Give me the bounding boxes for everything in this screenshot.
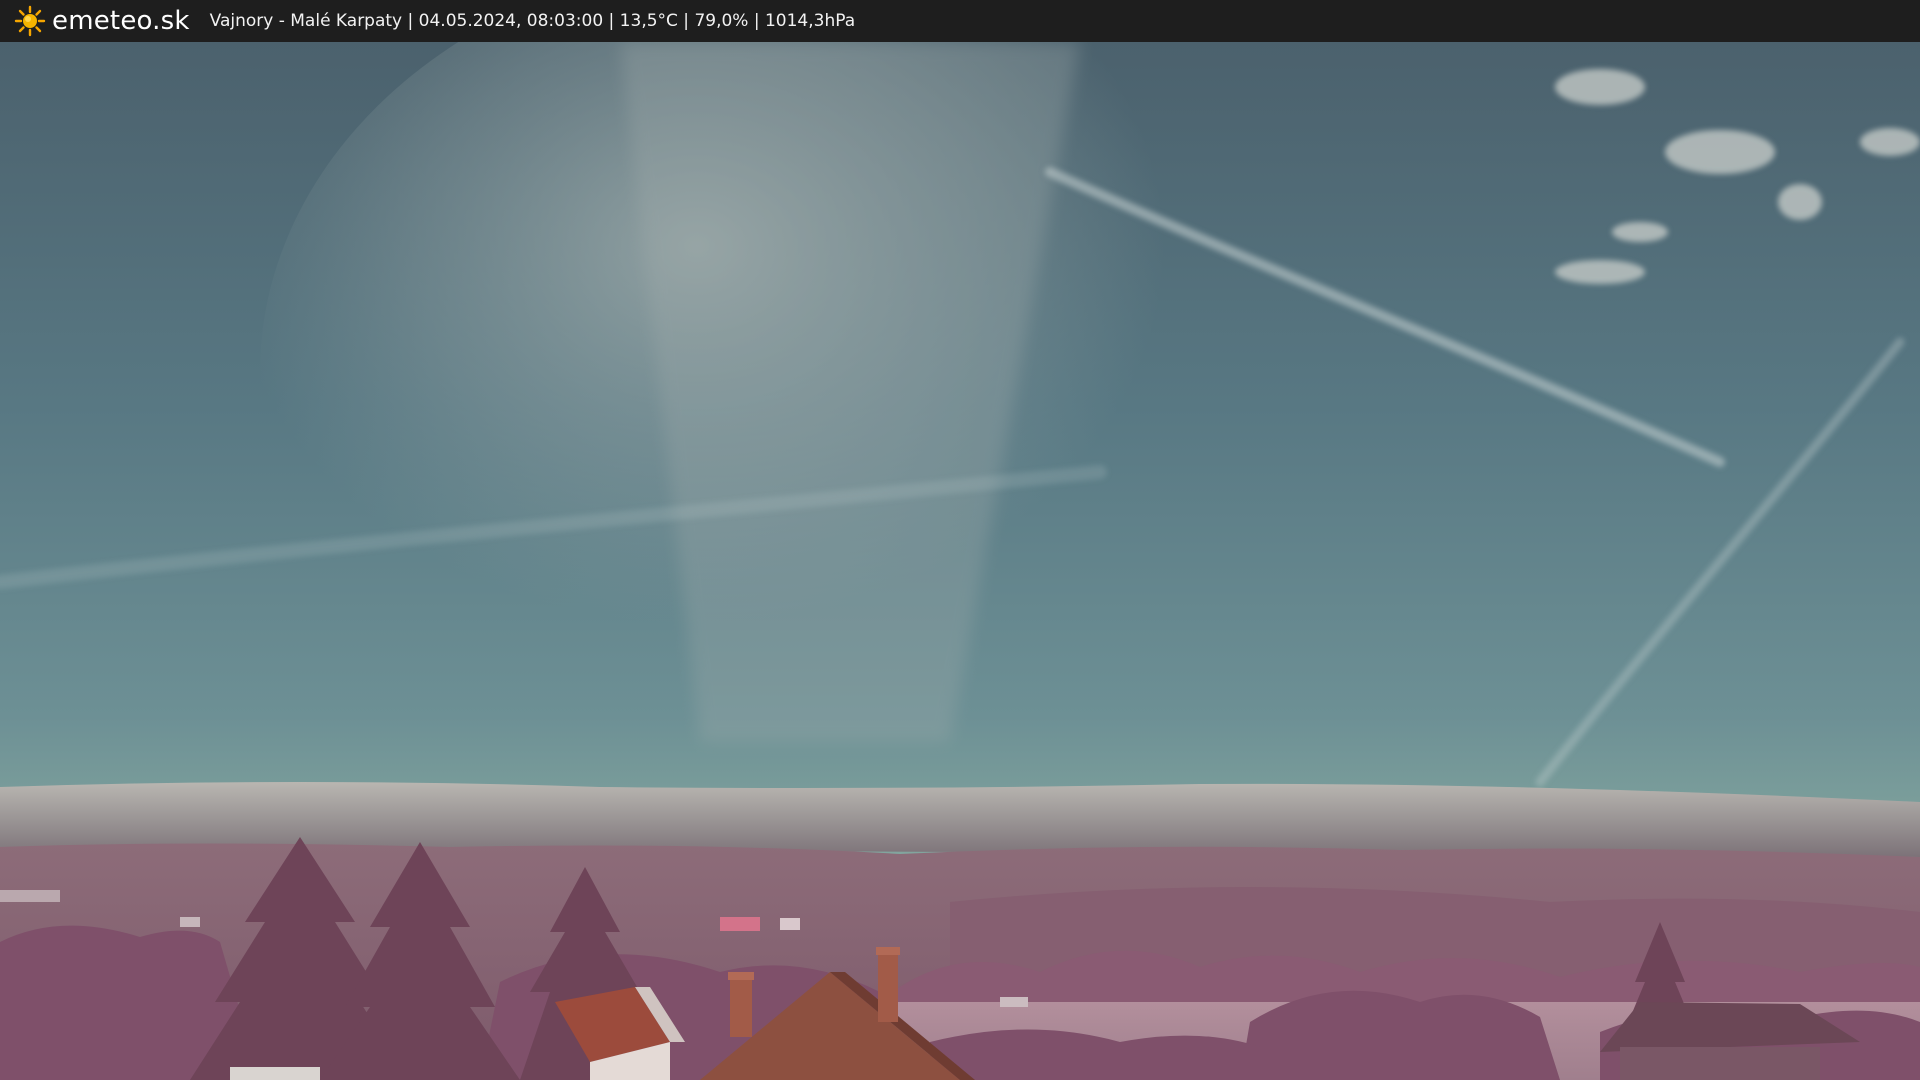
webcam-image xyxy=(0,42,1920,1080)
station-caption: Vajnory - Malé Karpaty | 04.05.2024, 08:… xyxy=(209,11,856,31)
site-brand[interactable]: emeteo.sk xyxy=(52,0,190,42)
webcam-frame: emeteo.sk Vajnory - Malé Karpaty | 04.05… xyxy=(0,0,1920,1080)
sun-icon xyxy=(14,5,46,37)
caption-bar: emeteo.sk Vajnory - Malé Karpaty | 04.05… xyxy=(0,0,1920,42)
